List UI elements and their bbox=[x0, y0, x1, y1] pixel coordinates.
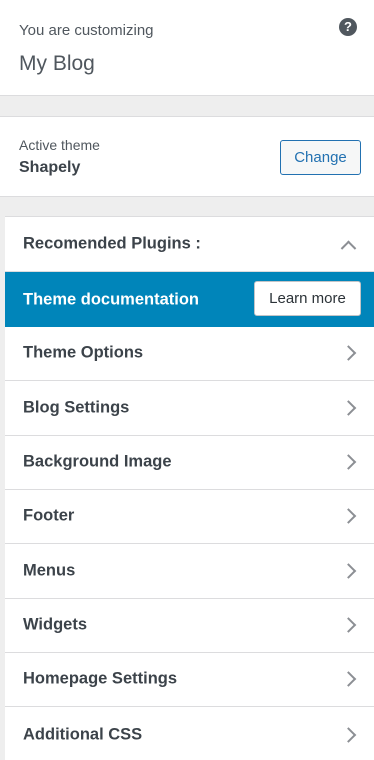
section-label: Footer bbox=[23, 506, 75, 525]
section-theme-options[interactable]: Theme Options bbox=[5, 326, 374, 381]
section-background-image[interactable]: Background Image bbox=[5, 435, 374, 490]
chevron-right-icon bbox=[340, 454, 357, 470]
section-menus[interactable]: Menus bbox=[5, 544, 374, 599]
section-widgets[interactable]: Widgets bbox=[5, 598, 374, 653]
chevron-right-icon bbox=[340, 508, 357, 524]
active-theme-name: Shapely bbox=[19, 159, 81, 176]
site-title: My Blog bbox=[19, 52, 95, 75]
section-label: Theme Options bbox=[23, 343, 144, 362]
section-label: Blog Settings bbox=[23, 398, 130, 417]
active-theme-section: Active theme Shapely Change bbox=[0, 116, 374, 197]
customizer-panel: You are customizing My Blog ? Active the… bbox=[0, 0, 374, 760]
chevron-right-icon bbox=[340, 726, 357, 743]
recommended-plugins-title: Recomended Plugins : bbox=[23, 234, 201, 253]
section-label: Homepage Settings bbox=[23, 669, 178, 688]
customizer-sections-list: Recomended Plugins : Theme documentation… bbox=[5, 216, 374, 760]
change-theme-button[interactable]: Change bbox=[280, 140, 361, 175]
section-label: Additional CSS bbox=[23, 725, 143, 743]
help-icon[interactable]: ? bbox=[339, 18, 357, 36]
chevron-right-icon bbox=[340, 617, 357, 633]
customizing-preface: You are customizing bbox=[19, 22, 154, 39]
section-label: Background Image bbox=[23, 452, 172, 471]
section-label: Menus bbox=[23, 561, 76, 580]
learn-more-button[interactable]: Learn more bbox=[254, 281, 361, 316]
recommended-plugins-section[interactable]: Recomended Plugins : bbox=[5, 217, 374, 272]
section-additional-css[interactable]: Additional CSS bbox=[5, 707, 374, 760]
section-homepage-settings[interactable]: Homepage Settings bbox=[5, 652, 374, 707]
theme-documentation-title: Theme documentation bbox=[23, 290, 200, 308]
customizer-header: You are customizing My Blog ? bbox=[0, 0, 374, 96]
active-theme-label: Active theme bbox=[19, 137, 100, 153]
chevron-right-icon bbox=[340, 671, 357, 687]
chevron-right-icon bbox=[340, 345, 357, 361]
chevron-right-icon bbox=[340, 563, 357, 579]
section-blog-settings[interactable]: Blog Settings bbox=[5, 381, 374, 436]
chevron-up-icon bbox=[340, 240, 357, 257]
chevron-right-icon bbox=[340, 400, 357, 416]
theme-documentation-section: Theme documentation Learn more bbox=[5, 272, 374, 327]
section-footer[interactable]: Footer bbox=[5, 489, 374, 544]
section-label: Widgets bbox=[23, 615, 88, 634]
